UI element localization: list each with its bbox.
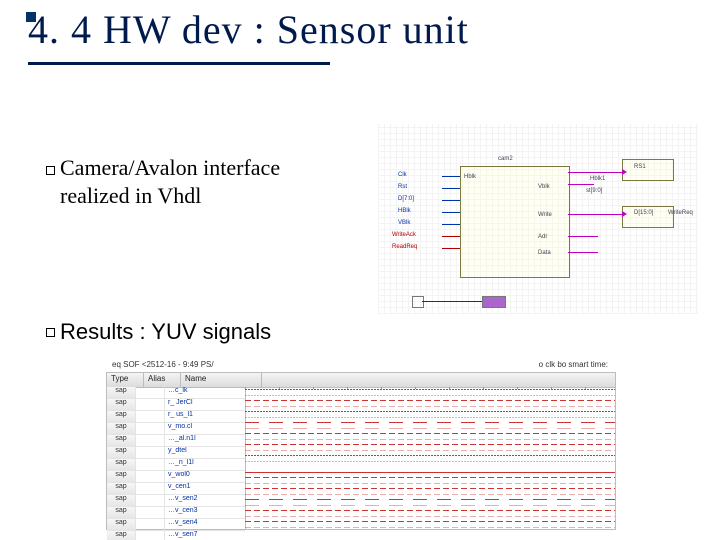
port-label: VBlk: [398, 220, 410, 226]
signal-row: sap…v_cen3: [107, 507, 245, 519]
bullet-camera-avalon: Camera/Avalon interface realized in Vhdl: [60, 154, 290, 209]
signal-trace: [245, 420, 615, 431]
col-type: Type: [107, 373, 144, 387]
port-label: Clk: [398, 172, 407, 178]
block-label: cam2: [498, 156, 513, 162]
net-label: Hblk1: [590, 176, 605, 182]
schematic-diagram: cam2 Clk Rst D[7:0] HBlk VBlk WriteAck R…: [378, 124, 698, 314]
signal-row: sapy_dtel: [107, 447, 245, 459]
signal-trace: [245, 497, 615, 508]
waveform-viewer: eq SOF <2512-16 - 9:49 PS/ o clk bo smar…: [106, 360, 614, 530]
port-label: Vblk: [538, 184, 550, 190]
signal-row: sapr_ us_l1: [107, 411, 245, 423]
net-label: RS1: [634, 164, 646, 170]
signal-row: sap…c_lk: [107, 387, 245, 399]
block-aux-1: [622, 159, 674, 181]
waveform-header: Type Alias Name: [107, 373, 615, 388]
signal-row: sap…v_sen7: [107, 531, 245, 540]
bullet-text: Camera/Avalon interface realized in Vhdl: [60, 155, 280, 208]
signal-trace: [245, 486, 615, 497]
bullet-marker: [46, 328, 55, 337]
signal-trace: [245, 431, 615, 442]
col-name: Name: [181, 373, 262, 387]
signal-row: sapv_wol0: [107, 471, 245, 483]
port-label: Rst: [398, 184, 407, 190]
port-label: D[7:0]: [398, 196, 414, 202]
signal-trace: [245, 519, 615, 529]
signal-row: sapr_ JerCl: [107, 399, 245, 411]
signal-trace: [245, 508, 615, 519]
waveform-title: eq SOF <2512-16 - 9:49 PS/: [112, 360, 214, 369]
signal-trace: [245, 464, 615, 475]
signal-trace: [245, 398, 615, 409]
signal-row: sapv_cen1: [107, 483, 245, 495]
port-label: ReadReq: [392, 244, 417, 250]
bullet-text: Results : YUV signals: [60, 319, 271, 344]
signal-trace: [245, 442, 615, 453]
port-label: Write: [538, 212, 552, 218]
block-main: [460, 166, 570, 278]
slide-title: 4. 4 HW dev : Sensor unit: [28, 7, 469, 52]
signal-trace: [245, 475, 615, 486]
waveform-clock-label: o clk bo smart time:: [539, 360, 608, 369]
col-alias: Alias: [144, 373, 181, 387]
bullet-marker: [46, 166, 55, 175]
port-label: Data: [538, 250, 551, 256]
signal-trace: [245, 387, 615, 398]
net-label: WriteReq: [668, 210, 693, 216]
signal-trace: [245, 453, 615, 464]
signal-row: sap…v_sen4: [107, 519, 245, 531]
net-label: st[9:0]: [586, 188, 602, 194]
port-label: Adr: [538, 234, 547, 240]
signal-row: sap…v_sen2: [107, 495, 245, 507]
net-label: D[15:0]: [634, 210, 653, 216]
title-underline: [28, 62, 330, 65]
signal-row: sapv_mo.cl: [107, 423, 245, 435]
signal-row: sap…_al.n1l: [107, 435, 245, 447]
port-label: HBlk: [398, 208, 411, 214]
signal-trace: [245, 409, 615, 420]
port-label: WriteAck: [392, 232, 416, 238]
signal-row: sap…_n_l1l: [107, 459, 245, 471]
port-label: Hblk: [464, 174, 476, 180]
bullet-results: Results : YUV signals: [60, 318, 360, 346]
